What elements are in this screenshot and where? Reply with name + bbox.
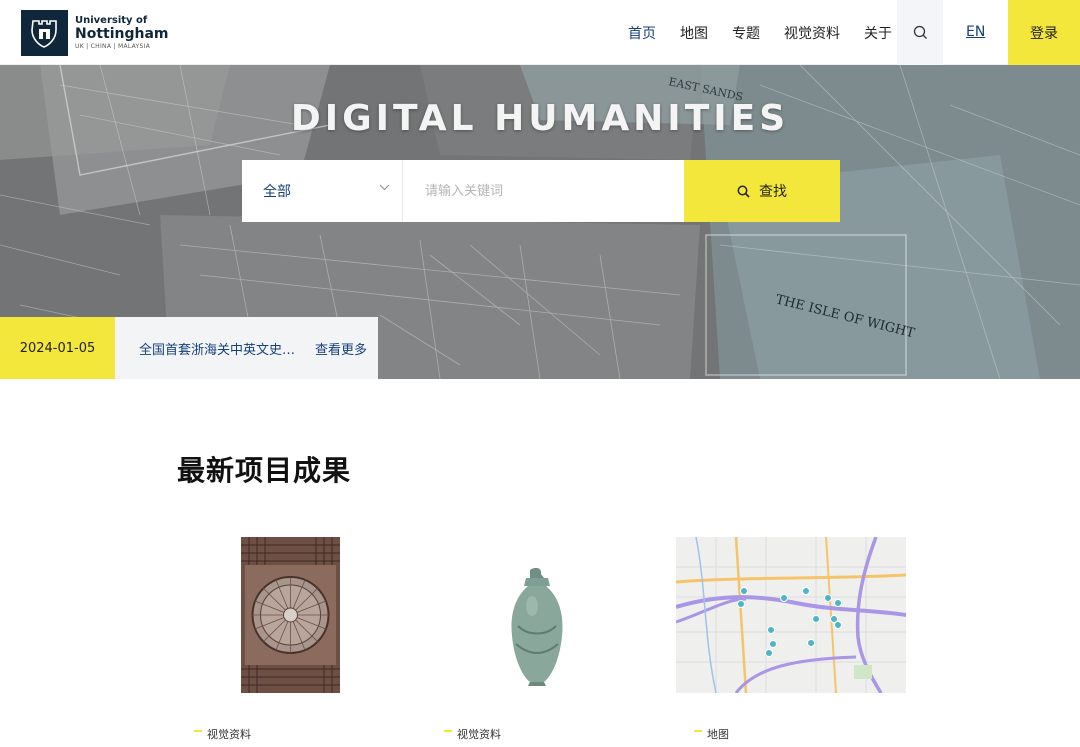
card-image-city-map[interactable] — [675, 536, 907, 694]
login-button[interactable]: 登录 — [1008, 0, 1080, 65]
logo-line2: Nottingham — [75, 26, 169, 42]
card-tag-2[interactable]: 视觉资料 — [444, 726, 501, 742]
news-date: 2024-01-05 — [0, 317, 115, 379]
card-image-celadon-vase[interactable] — [508, 566, 566, 686]
crest-icon — [21, 10, 68, 56]
nav-item-about[interactable]: 关于 — [864, 23, 892, 43]
card-tag-1[interactable]: 视觉资料 — [194, 726, 251, 742]
hero-title: DIGITAL HUMANITIES — [290, 98, 790, 139]
main-nav: 首页 地图 专题 视觉资料 关于 — [600, 0, 916, 65]
university-logo[interactable]: University of Nottingham UK | CHINA | MA… — [21, 10, 169, 56]
search-icon — [913, 25, 927, 39]
news-headline-link[interactable]: 全国首套浙海关中英文史料整理出版 — [139, 339, 301, 358]
card-tag-label: 视觉资料 — [457, 728, 501, 741]
section-title: 最新项目成果 — [177, 454, 352, 487]
logo-line1: University of — [75, 15, 148, 26]
nav-item-topics[interactable]: 专题 — [732, 23, 760, 43]
search-submit-label: 查找 — [759, 184, 787, 200]
tag-marker — [444, 730, 452, 732]
language-toggle[interactable]: EN — [966, 24, 985, 40]
scope-select-value: 全部 — [263, 184, 291, 200]
search-submit-button[interactable]: 查找 — [684, 160, 840, 222]
news-ticker: 全国首套浙海关中英文史料整理出版 查看更多 — [115, 317, 378, 379]
tag-marker — [194, 730, 202, 732]
hero-banner: EAST SANDS THE ISLE OF WIGHT DIGITAL HUM… — [0, 65, 1080, 379]
search-bar: 全部 查找 — [242, 160, 840, 222]
card-image-carved-ceiling[interactable] — [241, 537, 340, 693]
card-tag-label: 地图 — [707, 728, 729, 741]
nav-item-visual[interactable]: 视觉资料 — [784, 23, 840, 43]
card-tag-3[interactable]: 地图 — [694, 726, 729, 742]
site-header: University of Nottingham UK | CHINA | MA… — [0, 0, 1080, 65]
keyword-input[interactable] — [403, 160, 684, 222]
tag-marker — [694, 730, 702, 732]
card-tag-label: 视觉资料 — [207, 728, 251, 741]
news-more-link[interactable]: 查看更多 — [315, 339, 367, 358]
nav-item-map[interactable]: 地图 — [680, 23, 708, 43]
logo-line3: UK | CHINA | MALAYSIA — [75, 43, 151, 50]
nav-item-home[interactable]: 首页 — [628, 23, 656, 43]
header-search-button[interactable] — [897, 0, 943, 65]
search-icon — [737, 185, 750, 198]
chevron-down-icon — [379, 184, 390, 191]
scope-select[interactable]: 全部 — [242, 160, 403, 222]
